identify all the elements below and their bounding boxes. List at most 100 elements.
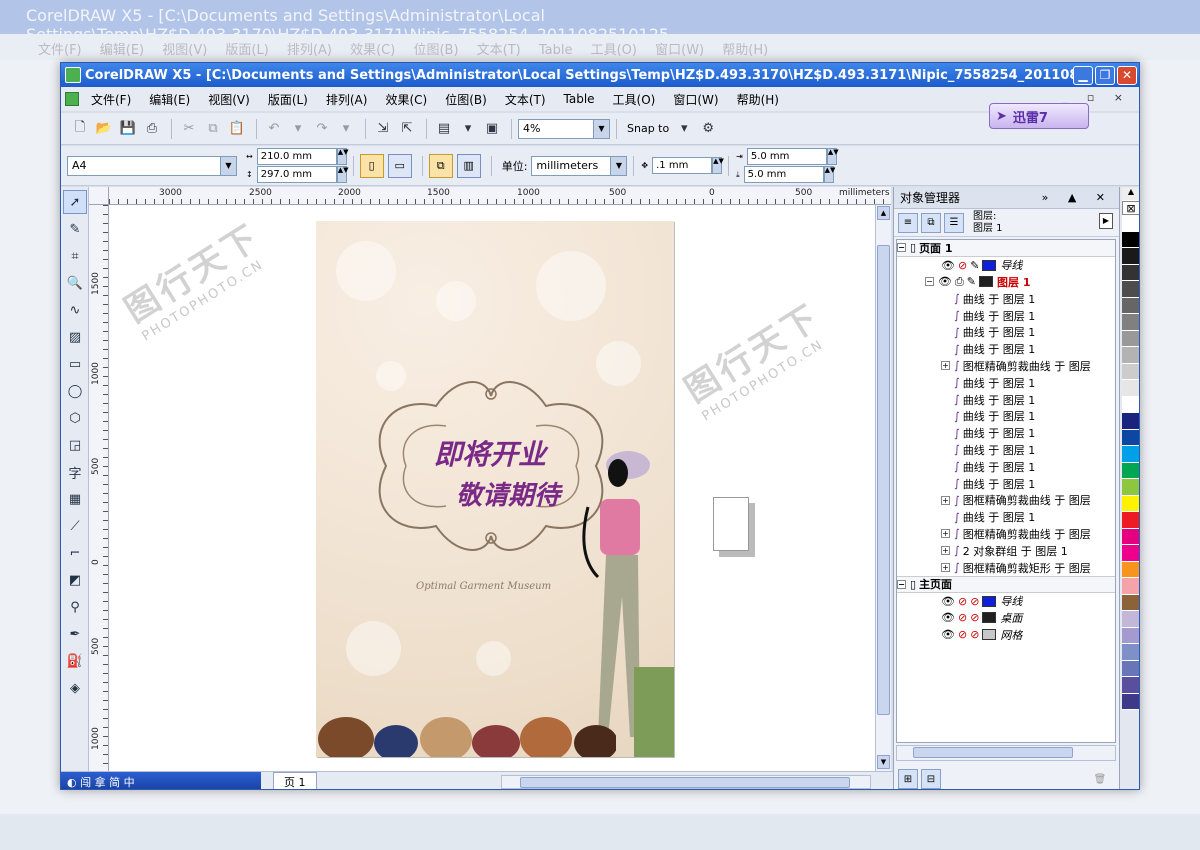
color-swatch[interactable] [1122, 396, 1139, 413]
layer-row-guides[interactable]: 👁 ⊘ ✎ 导线 [897, 257, 1115, 274]
zoom-tool-icon[interactable]: 🔍 [63, 271, 87, 295]
no-color-swatch-icon[interactable]: ⊠ [1122, 201, 1139, 215]
object-row[interactable]: ∫ 曲线 于 图层 1 [897, 425, 1115, 442]
page-thumbnail[interactable] [713, 497, 749, 551]
tree-master-page[interactable]: − ▯ 主页面 [897, 575, 1115, 593]
current-page-icon[interactable]: ▥ [456, 153, 481, 178]
color-swatch[interactable] [1122, 644, 1139, 661]
rectangle-tool-icon[interactable]: ▭ [63, 352, 87, 376]
menu-window[interactable]: 窗口(W) [673, 91, 718, 108]
page-height-field[interactable]: 297.0 mm [256, 166, 337, 183]
eye-icon[interactable]: 👁 [938, 275, 952, 288]
object-row[interactable]: + ∫ 图框精确剪裁矩形 于 图层 [897, 559, 1115, 576]
menu-layout[interactable]: 版面(L) [268, 91, 308, 108]
fill-bucket-icon[interactable]: ⛽ [63, 649, 87, 673]
color-swatch[interactable] [1122, 561, 1139, 578]
connector-tool-icon[interactable]: ⌐ [63, 541, 87, 565]
menu-bitmaps[interactable]: 位图(B) [445, 91, 487, 108]
palette-scroll-up-icon[interactable]: ▲ [1122, 187, 1139, 201]
horizontal-scrollbar[interactable] [501, 775, 871, 789]
page-width-field[interactable]: 210.0 mm [256, 148, 337, 165]
layer-row-layer1[interactable]: − 👁 ⎙ ✎ 图层 1 [897, 274, 1115, 291]
color-swatch[interactable] [1122, 611, 1139, 628]
color-swatch[interactable] [1122, 479, 1139, 496]
redo-icon[interactable]: ↷ [311, 118, 333, 140]
object-row[interactable]: + ∫ 图框精确剪裁曲线 于 图层 [897, 358, 1115, 375]
collapse-icon[interactable]: − [925, 277, 934, 287]
docker-scroll-thumb[interactable] [913, 747, 1073, 758]
pencil-icon[interactable]: ✎ [970, 259, 979, 272]
page-tab[interactable]: 页 1 [273, 772, 317, 789]
flyout-arrow-icon[interactable]: ▶ [1099, 213, 1113, 229]
paste-icon[interactable]: 📋 [226, 118, 248, 140]
drawing-canvas[interactable]: 图行天下 PHOTOPHOTO.CN 图行天下 PHOTOPHOTO.CN 即将开业… [109, 205, 875, 771]
edit-across-layers-icon[interactable]: ⧉ [921, 212, 941, 233]
xunlei-badge[interactable]: ➤ 迅雷7 [989, 103, 1089, 129]
color-swatch[interactable] [1122, 578, 1139, 595]
color-swatch[interactable] [1122, 380, 1139, 397]
ruler-origin[interactable] [89, 187, 109, 205]
nudge-spinner[interactable]: ▲▼ [712, 157, 724, 174]
snap-to-button[interactable]: Snap to [627, 122, 669, 135]
landscape-toggle-icon[interactable]: ▭ [387, 153, 412, 178]
text-tool-icon[interactable]: 字 [63, 460, 87, 484]
color-swatch[interactable] [1122, 363, 1139, 380]
expand-icon[interactable]: + [941, 495, 950, 505]
menu-help[interactable]: 帮助(H) [737, 91, 779, 108]
object-row[interactable]: ∫ 曲线 于 图层 1 [897, 509, 1115, 526]
pick-tool-icon[interactable]: ➚ [63, 190, 87, 214]
master-layer-row[interactable]: 👁 ⊘ ⊘ 网格 [897, 626, 1115, 643]
object-row[interactable]: ∫ 曲线 于 图层 1 [897, 341, 1115, 358]
color-swatch[interactable] [1122, 512, 1139, 529]
object-row[interactable]: + ∫ 图框精确剪裁曲线 于 图层 [897, 526, 1115, 543]
horizontal-scroll-thumb[interactable] [520, 777, 850, 788]
menu-effects[interactable]: 效果(C) [385, 91, 427, 108]
pencil-icon[interactable]: ✎ [967, 275, 976, 288]
nudge-distance-field[interactable]: .1 mm [652, 157, 713, 174]
tree-page-1[interactable]: − ▯ 页面 1 [897, 240, 1115, 257]
color-swatch[interactable] [1122, 215, 1139, 232]
no-print-icon[interactable]: ⊘ [958, 611, 967, 624]
menu-file[interactable]: 文件(F) [91, 91, 131, 108]
import-icon[interactable]: ⇲ [372, 118, 394, 140]
color-swatch[interactable] [1122, 281, 1139, 298]
duplicate-y-field[interactable]: 5.0 mm [743, 166, 824, 183]
options-icon[interactable]: ⚙ [697, 118, 719, 140]
close-button[interactable]: ✕ [1117, 65, 1137, 85]
width-spinner[interactable]: ▲▼ [336, 148, 348, 165]
chevron-down-icon[interactable]: ▼ [593, 119, 609, 138]
color-swatch[interactable] [1122, 413, 1139, 430]
expand-icon[interactable]: + [941, 361, 950, 371]
menu-arrange[interactable]: 排列(A) [326, 91, 368, 108]
undo-icon[interactable]: ↶ [263, 118, 285, 140]
color-swatch[interactable] [1122, 231, 1139, 248]
dimension-tool-icon[interactable]: ⟋ [63, 514, 87, 538]
delete-icon[interactable]: 🗑 [1090, 769, 1110, 789]
title-bar[interactable]: CorelDRAW X5 - [C:\Documents and Setting… [61, 63, 1139, 87]
eye-icon[interactable]: 👁 [941, 611, 955, 624]
color-swatch[interactable] [1122, 594, 1139, 611]
object-row[interactable]: ∫ 曲线 于 图层 1 [897, 442, 1115, 459]
undo-dropdown-icon[interactable]: ▾ [287, 118, 309, 140]
blend-tool-icon[interactable]: ◩ [63, 568, 87, 592]
color-swatch[interactable] [1122, 660, 1139, 677]
outline-pen-icon[interactable]: ✒ [63, 622, 87, 646]
color-swatch[interactable] [1122, 248, 1139, 265]
object-row[interactable]: + ∫ 图框精确剪裁曲线 于 图层 [897, 492, 1115, 509]
ellipse-tool-icon[interactable]: ◯ [63, 379, 87, 403]
eye-icon[interactable]: 👁 [941, 595, 955, 608]
object-row[interactable]: ∫ 曲线 于 图层 1 [897, 290, 1115, 307]
freehand-tool-icon[interactable]: ∿ [63, 298, 87, 322]
color-swatch[interactable] [1122, 627, 1139, 644]
docker-controls[interactable]: » ▲ ✕ [1042, 191, 1113, 204]
master-layer-row[interactable]: 👁 ⊘ ⊘ 桌面 [897, 610, 1115, 627]
cut-icon[interactable]: ✂ [178, 118, 200, 140]
paper-size-combo[interactable]: A4 ▼ [67, 155, 237, 176]
collapse-icon[interactable]: − [897, 243, 906, 253]
scroll-down-icon[interactable]: ▼ [877, 755, 890, 769]
export-icon[interactable]: ⇱ [396, 118, 418, 140]
print-icon[interactable]: ⎙ [141, 118, 163, 140]
object-row[interactable]: ∫ 曲线 于 图层 1 [897, 324, 1115, 341]
crop-tool-icon[interactable]: ⌗ [63, 244, 87, 268]
zoom-level-combo[interactable]: 4% ▼ [518, 118, 610, 139]
